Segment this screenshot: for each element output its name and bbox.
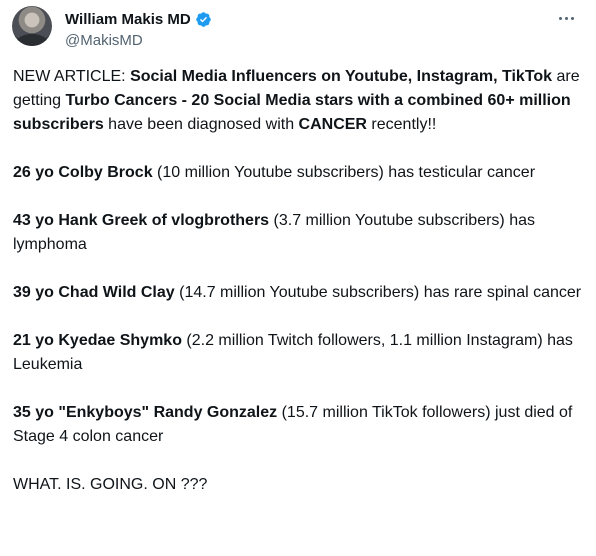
case-detail: (10 million Youtube subscribers) has tes… [152, 164, 536, 181]
more-dot [570, 16, 574, 20]
tweet-text: NEW ARTICLE: Social Media Influencers on… [13, 65, 588, 497]
author-display-name[interactable]: William Makis MD [65, 11, 191, 28]
case-paragraph: 43 yo Hank Greek of vlogbrothers (3.7 mi… [13, 209, 588, 257]
case-name: 26 yo Colby Brock [13, 164, 153, 181]
case-paragraph: 35 yo "Enkyboys" Randy Gonzalez (15.7 mi… [13, 401, 588, 449]
case-name: 43 yo Hank Greek of vlogbrothers [13, 212, 270, 229]
intro-text: recently!! [366, 116, 437, 133]
case-name: 35 yo "Enkyboys" Randy Gonzalez [13, 404, 278, 421]
case-paragraph: 21 yo Kyedae Shymko (2.2 million Twitch … [13, 329, 588, 377]
more-dot [558, 16, 562, 20]
tweet-card: William Makis MD @MakisMD NEW ARTICLE: S… [0, 0, 596, 556]
intro-text: have been diagnosed with [103, 116, 299, 133]
case-detail: (14.7 million Youtube subscribers) has r… [174, 284, 582, 301]
author-handle[interactable]: @MakisMD [65, 32, 212, 49]
closing-paragraph: WHAT. IS. GOING. ON ??? [13, 476, 208, 493]
more-dot [564, 16, 568, 20]
intro-text: NEW ARTICLE: [13, 68, 131, 85]
verified-badge-icon [195, 11, 211, 27]
more-horizontal-icon[interactable] [554, 8, 578, 28]
case-paragraph: 26 yo Colby Brock (10 million Youtube su… [13, 161, 588, 185]
case-name: 21 yo Kyedae Shymko [13, 332, 182, 349]
tweet-header: William Makis MD @MakisMD [12, 6, 584, 50]
display-name-row: William Makis MD [65, 9, 212, 29]
intro-paragraph: NEW ARTICLE: Social Media Influencers on… [13, 65, 588, 137]
avatar[interactable] [12, 6, 52, 46]
intro-bold-text: CANCER [298, 116, 367, 133]
case-name: 39 yo Chad Wild Clay [13, 284, 175, 301]
intro-bold-text: Social Media Influencers on Youtube, Ins… [130, 68, 553, 85]
author-block: William Makis MD @MakisMD [65, 9, 212, 49]
avatar-shoulders [16, 34, 48, 46]
case-paragraph: 39 yo Chad Wild Clay (14.7 million Youtu… [13, 281, 588, 305]
